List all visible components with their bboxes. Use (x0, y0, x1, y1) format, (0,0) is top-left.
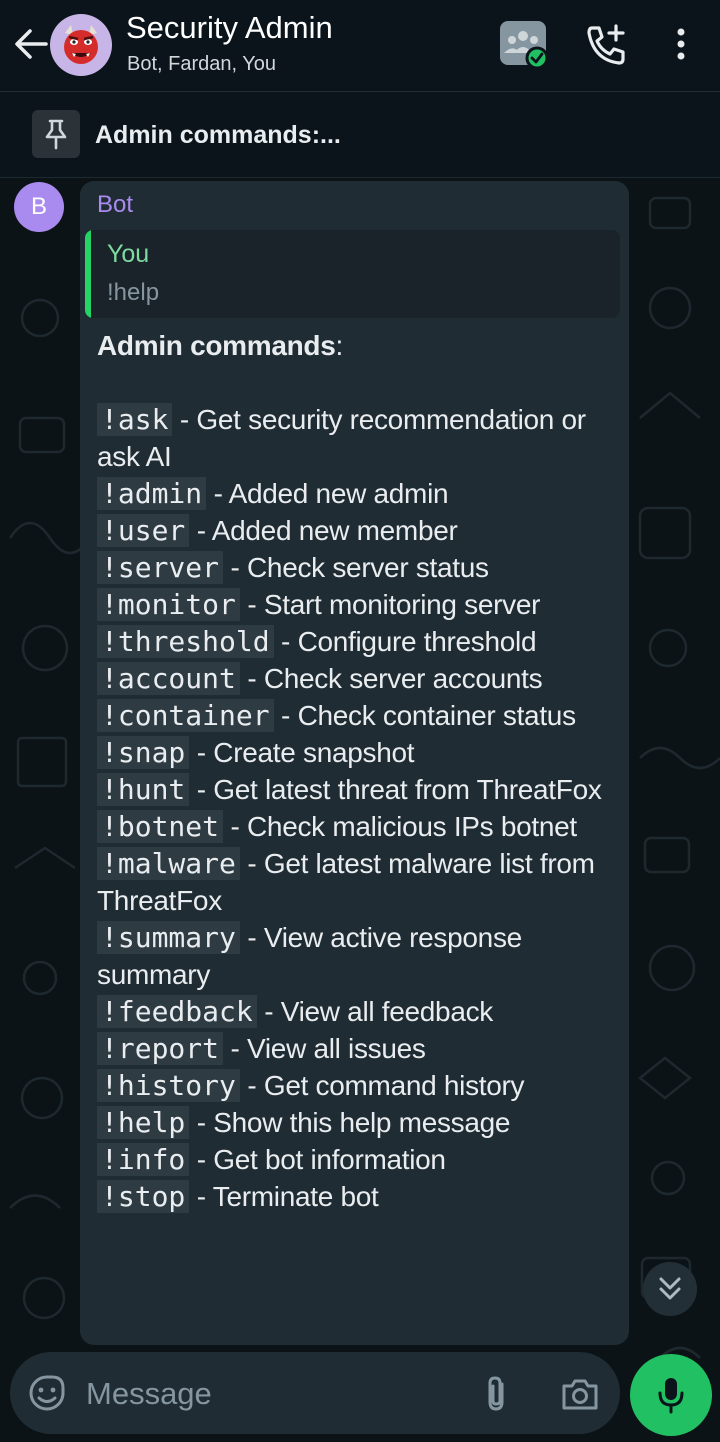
back-arrow-icon[interactable] (10, 26, 50, 62)
attach-icon[interactable] (480, 1374, 514, 1414)
message-body: Admin commands: !ask - Get security reco… (97, 327, 622, 1215)
command-separator: - (189, 515, 212, 546)
chat-members[interactable]: Bot, Fardan, You (127, 53, 276, 76)
message-heading: Admin commands (97, 330, 336, 361)
command-separator: - (206, 478, 229, 509)
message-composer (10, 1352, 620, 1434)
pin-icon-box (32, 110, 80, 158)
quoted-message[interactable]: You !help (85, 230, 620, 318)
command-separator: - (239, 663, 264, 694)
command-keyword: !hunt (97, 773, 190, 806)
command-description: Check malicious IPs botnet (247, 811, 577, 842)
command-description: Get bot information (213, 1144, 446, 1175)
command-description: Added new member (211, 515, 458, 546)
group-avatar[interactable] (50, 14, 112, 76)
command-list: !ask - Get security recommendation or as… (97, 403, 602, 1213)
command-description: Start monitoring server (263, 589, 541, 620)
command-description: Show this help message (213, 1107, 511, 1138)
command-keyword: !snap (97, 736, 190, 769)
command-separator: - (223, 1033, 247, 1064)
mic-icon (658, 1378, 684, 1414)
command-description: Check server status (247, 552, 489, 583)
command-description: Terminate bot (212, 1181, 379, 1212)
command-separator: - (189, 1144, 214, 1175)
command-separator: - (172, 404, 197, 435)
command-separator: - (273, 626, 298, 657)
command-separator: - (223, 552, 247, 583)
command-keyword: !container (97, 699, 274, 732)
command-separator: - (189, 1181, 213, 1212)
command-separator: - (239, 589, 264, 620)
command-keyword: !ask (97, 403, 173, 436)
command-separator: - (189, 737, 214, 768)
command-description: View all feedback (280, 996, 494, 1027)
command-description: Check server accounts (263, 663, 543, 694)
command-keyword: !stop (97, 1180, 190, 1213)
command-keyword: !report (97, 1032, 224, 1065)
sender-name[interactable]: Bot (97, 191, 133, 219)
command-keyword: !account (97, 662, 240, 695)
command-keyword: !summary (97, 921, 240, 954)
command-keyword: !info (97, 1143, 190, 1176)
command-keyword: !admin (97, 477, 207, 510)
message-bubble[interactable]: Bot You !help Admin commands: !ask - Get… (80, 181, 629, 1345)
add-call-icon[interactable] (582, 22, 630, 70)
pinned-message-bar[interactable]: Admin commands:... (0, 93, 720, 178)
command-description: Check container status (297, 700, 577, 731)
command-keyword: !help (97, 1106, 190, 1139)
command-keyword: !history (97, 1069, 240, 1102)
quote-text: !help (107, 279, 160, 306)
command-separator: - (239, 848, 264, 879)
command-description: View all issues (247, 1033, 426, 1064)
emoji-sticker-icon[interactable] (28, 1374, 66, 1412)
message-input[interactable] (84, 1370, 468, 1418)
command-description: Create snapshot (213, 737, 415, 768)
command-keyword: !user (97, 514, 190, 547)
command-separator: - (239, 922, 264, 953)
command-keyword: !malware (97, 847, 240, 880)
command-separator: - (189, 1107, 214, 1138)
command-keyword: !feedback (97, 995, 257, 1028)
scroll-to-bottom-button[interactable] (643, 1262, 697, 1316)
command-keyword: !threshold (97, 625, 274, 658)
pinned-message-text: Admin commands:... (95, 121, 341, 149)
command-description: Configure threshold (297, 626, 537, 657)
ogre-emoji-icon (64, 25, 98, 64)
command-keyword: !monitor (97, 588, 240, 621)
command-keyword: !botnet (97, 810, 224, 843)
command-description: Get latest threat from ThreatFox (213, 774, 602, 805)
voice-message-button[interactable] (630, 1354, 712, 1436)
camera-icon[interactable] (560, 1376, 600, 1412)
command-separator: - (189, 774, 214, 805)
command-keyword: !server (97, 551, 224, 584)
command-description: Added new admin (228, 478, 449, 509)
double-chevron-down-icon (659, 1277, 681, 1300)
pin-icon (45, 119, 67, 150)
sender-avatar[interactable]: B (14, 182, 64, 232)
quote-author: You (107, 240, 150, 268)
message-heading-suffix: : (335, 330, 344, 361)
command-description: Get command history (263, 1070, 525, 1101)
quote-accent-bar (85, 230, 91, 318)
chat-title[interactable]: Security Admin (126, 10, 333, 46)
command-separator: - (239, 1070, 264, 1101)
command-separator: - (256, 996, 281, 1027)
chat-header: Security Admin Bot, Fardan, You (0, 0, 720, 92)
command-separator: - (273, 700, 298, 731)
more-options-icon[interactable] (664, 24, 698, 68)
community-icon[interactable] (500, 21, 548, 69)
command-separator: - (223, 811, 247, 842)
